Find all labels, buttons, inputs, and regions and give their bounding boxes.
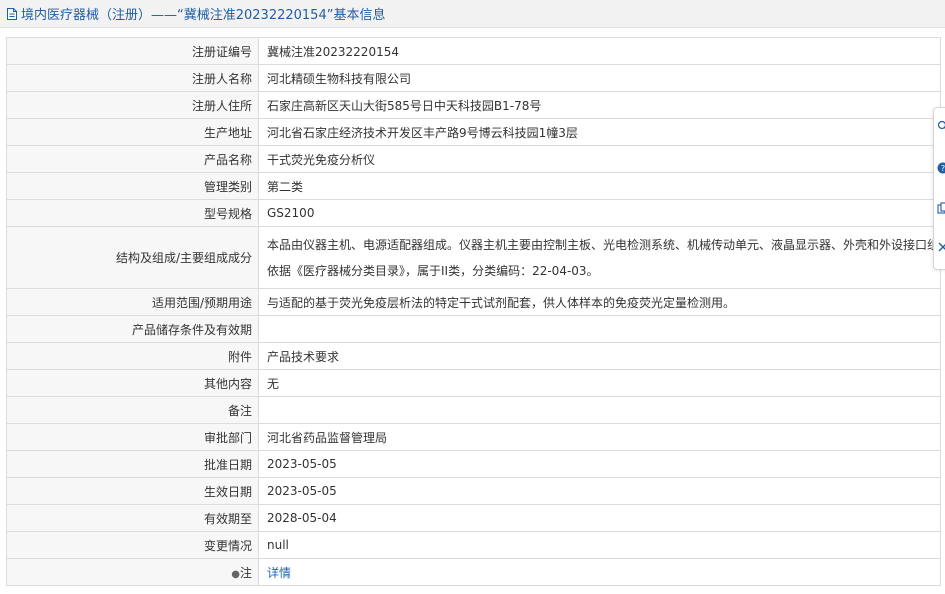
row-label: 有效期至 — [6, 504, 259, 532]
row-label: 注 — [239, 565, 252, 580]
search-icon[interactable] — [937, 120, 945, 132]
row-value: 2028-05-04 — [258, 504, 941, 532]
table-row: 注册人名称 河北精硕生物科技有限公司 — [6, 64, 941, 92]
row-label: 审批部门 — [6, 423, 259, 451]
details-link[interactable]: 详情 — [267, 566, 291, 580]
table-row: ●注 详情 — [6, 558, 941, 586]
row-value — [258, 315, 941, 343]
row-label: 型号规格 — [6, 199, 259, 227]
table-row: 注册人住所 石家庄高新区天山大街585号日中天科技园B1-78号 — [6, 91, 941, 119]
detail-table: 注册证编号 冀械注准20232220154 注册人名称 河北精硕生物科技有限公司… — [6, 37, 941, 586]
row-label: 其他内容 — [6, 369, 259, 397]
row-value: 详情 — [258, 558, 941, 586]
table-row: 变更情况 null — [6, 531, 941, 559]
table-row: 产品名称 干式荧光免疫分析仪 — [6, 145, 941, 173]
row-label: 产品储存条件及有效期 — [6, 315, 259, 343]
row-value: 2023-05-05 — [258, 450, 941, 478]
table-row: 审批部门 河北省药品监督管理局 — [6, 423, 941, 451]
svg-text:?: ? — [941, 164, 945, 173]
row-value: 石家庄高新区天山大街585号日中天科技园B1-78号 — [258, 91, 941, 119]
page: 境内医疗器械（注册）——“冀械注准20232220154”基本信息 注册证编号 … — [0, 0, 945, 594]
row-value: 冀械注准20232220154 — [258, 37, 941, 65]
row-value: 无 — [258, 369, 941, 397]
close-icon[interactable] — [937, 241, 945, 253]
table-row: 其他内容 无 — [6, 369, 941, 397]
row-label: 附件 — [6, 342, 259, 370]
row-label: 变更情况 — [6, 531, 259, 559]
table-row: 管理类别 第二类 — [6, 172, 941, 200]
table-row: 型号规格 GS2100 — [6, 199, 941, 227]
row-value: 第二类 — [258, 172, 941, 200]
table-row: 适用范围/预期用途 与适配的基于荧光免疫层析法的特定干式试剂配套，供人体样本的免… — [6, 288, 941, 316]
side-toolbar: ? — [933, 107, 945, 270]
row-value: GS2100 — [258, 199, 941, 227]
table-row: 注册证编号 冀械注准20232220154 — [6, 37, 941, 65]
row-value — [258, 396, 941, 424]
row-value: 产品技术要求 — [258, 342, 941, 370]
page-title: 境内医疗器械（注册）——“冀械注准20232220154”基本信息 — [21, 8, 386, 23]
table-row: 有效期至 2028-05-04 — [6, 504, 941, 532]
table-row: 生产地址 河北省石家庄经济技术开发区丰产路9号博云科技园1幢3层 — [6, 118, 941, 146]
row-value: 本品由仪器主机、电源适配器组成。仪器主机主要由控制主板、光电检测系统、机械传动单… — [258, 226, 941, 289]
row-label: 注册证编号 — [6, 37, 259, 65]
row-value: null — [258, 531, 941, 559]
row-label: 产品名称 — [6, 145, 259, 173]
row-label: 适用范围/预期用途 — [6, 288, 259, 316]
structure-line: 本品由仪器主机、电源适配器组成。仪器主机主要由控制主板、光电检测系统、机械传动单… — [267, 237, 941, 252]
table-row: 附件 产品技术要求 — [6, 342, 941, 370]
row-value: 河北省药品监督管理局 — [258, 423, 941, 451]
row-label: 结构及组成/主要组成成分 — [6, 226, 259, 289]
row-value: 河北省石家庄经济技术开发区丰产路9号博云科技园1幢3层 — [258, 118, 941, 146]
row-label: 备注 — [6, 396, 259, 424]
classification-line: 依据《医疗器械分类目录》，属于II类，分类编码：22-04-03。 — [267, 263, 599, 278]
table-row: 产品储存条件及有效期 — [6, 315, 941, 343]
row-value: 与适配的基于荧光免疫层析法的特定干式试剂配套，供人体样本的免疫荧光定量检测用。 — [258, 288, 941, 316]
table-row: 备注 — [6, 396, 941, 424]
row-label: 批准日期 — [6, 450, 259, 478]
row-value: 2023-05-05 — [258, 477, 941, 505]
row-value: 干式荧光免疫分析仪 — [258, 145, 941, 173]
document-icon — [7, 7, 17, 20]
table-row: 生效日期 2023-05-05 — [6, 477, 941, 505]
row-label: 管理类别 — [6, 172, 259, 200]
table-row: 批准日期 2023-05-05 — [6, 450, 941, 478]
row-label: 注册人住所 — [6, 91, 259, 119]
table-row: 结构及组成/主要组成成分 本品由仪器主机、电源适配器组成。仪器主机主要由控制主板… — [6, 226, 941, 289]
copy-icon[interactable] — [937, 202, 945, 214]
row-label: 生产地址 — [6, 118, 259, 146]
pin-icon: ● — [231, 568, 240, 580]
note-label-cell: ●注 — [6, 558, 259, 586]
row-label: 生效日期 — [6, 477, 259, 505]
row-value: 河北精硕生物科技有限公司 — [258, 64, 941, 92]
page-header: 境内医疗器械（注册）——“冀械注准20232220154”基本信息 — [0, 0, 945, 28]
row-label: 注册人名称 — [6, 64, 259, 92]
help-icon[interactable]: ? — [937, 162, 945, 174]
